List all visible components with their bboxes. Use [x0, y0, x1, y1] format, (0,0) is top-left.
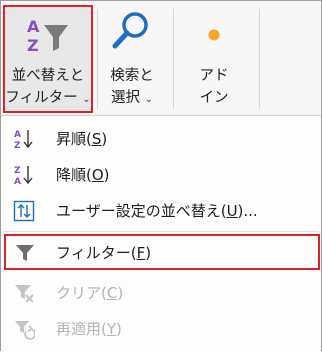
menu-item-suffix: ) [103, 166, 110, 184]
find-select-label-line2: 選択 [111, 90, 140, 106]
menu-item-suffix: ) [117, 284, 124, 302]
addin-label-line1: アド [199, 68, 229, 84]
svg-text:A: A [14, 130, 21, 140]
svg-text:A: A [14, 177, 21, 186]
sort-descending-icon: Z A [14, 166, 33, 186]
menu-item-custom-sort[interactable]: ユーザー設定の並べ替え(U)... [3, 192, 319, 228]
addin-dot-icon [208, 29, 220, 41]
addin-label-line2: イン [199, 90, 229, 106]
menu-item-label: 再適用( [56, 320, 107, 338]
magnifier-icon [112, 12, 148, 49]
svg-text:Z: Z [27, 36, 39, 55]
menu-item-suffix: ) [145, 244, 152, 262]
menu-item-label: 昇順( [56, 130, 92, 148]
clear-filter-icon [15, 285, 34, 303]
menu-item-label: ユーザー設定の並べ替え( [56, 202, 227, 220]
menu-item-filter[interactable]: フィルター(F) [4, 234, 320, 270]
access-key: Y [106, 320, 117, 338]
sort-filter-label-line1: 並べ替えと [11, 68, 85, 84]
addin-button[interactable]: アド イン [179, 7, 249, 113]
sort-filter-label-line2: フィルター [5, 90, 78, 106]
menu-divider [3, 231, 319, 232]
ribbon-divider [259, 9, 260, 109]
menu-item-reapply[interactable]: 再適用(Y) [3, 310, 319, 346]
access-key: C [106, 284, 118, 302]
sort-az-filter-icon: A Z [27, 17, 68, 55]
access-key: F [136, 244, 146, 262]
chevron-down-icon: ⌄ [82, 94, 91, 105]
access-key: S [91, 130, 102, 148]
sort-filter-menu: A Z 昇順(S) Z A 降順(O) ユーザー設定の並べ替え(U)... フィ… [1, 115, 321, 352]
menu-item-label: フィルター( [56, 244, 137, 262]
sort-ascending-icon: A Z [14, 130, 33, 150]
menu-item-suffix: )... [237, 202, 258, 220]
menu-item-suffix: ) [116, 320, 122, 338]
custom-sort-icon [13, 200, 35, 222]
reapply-icon [15, 321, 35, 340]
chevron-down-icon: ⌄ [144, 94, 153, 105]
sort-and-filter-button[interactable]: A Z 並べ替えと フィルター ⌄ [3, 5, 93, 113]
svg-text:Z: Z [14, 141, 21, 150]
access-key: U [226, 202, 238, 220]
find-and-select-button[interactable]: 検索と 選択 ⌄ [99, 7, 165, 113]
ribbon-divider [173, 9, 174, 109]
ribbon-divider [97, 9, 98, 109]
menu-item-clear[interactable]: クリア(C) [3, 274, 319, 310]
menu-item-label: クリア( [56, 284, 107, 302]
menu-item-label: 降順( [56, 166, 92, 184]
menu-item-suffix: ) [101, 130, 108, 148]
filter-funnel-icon [16, 245, 34, 261]
menu-item-sort-ascending[interactable]: A Z 昇順(S) [3, 120, 319, 156]
svg-text:Z: Z [14, 166, 21, 176]
sort-filter-dropdown-panel: A Z 並べ替えと フィルター ⌄ 検索と 選択 ⌄ アド イン A Z 昇順(… [0, 0, 322, 352]
access-key: O [91, 166, 104, 184]
ribbon-group: A Z 並べ替えと フィルター ⌄ 検索と 選択 ⌄ アド イン [1, 1, 321, 115]
menu-item-sort-descending[interactable]: Z A 降順(O) [3, 156, 319, 192]
svg-text:A: A [27, 17, 40, 36]
find-select-label-line1: 検索と [110, 68, 154, 84]
